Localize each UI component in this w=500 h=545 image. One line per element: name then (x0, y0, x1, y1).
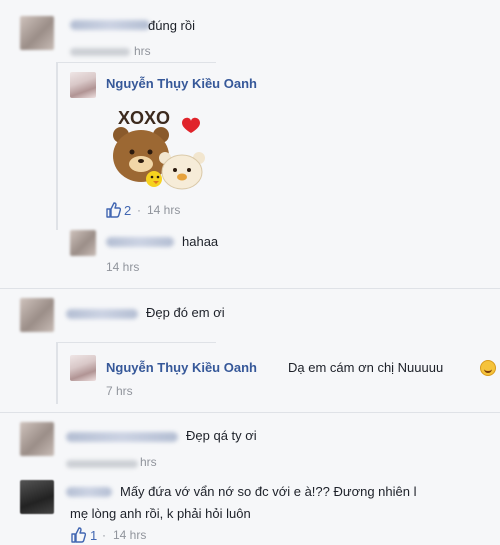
comment-author[interactable]: Nguyễn Thụy Kiều Oanh (106, 360, 257, 375)
thumbs-up-icon[interactable] (70, 527, 86, 543)
comment-time[interactable]: hrs (134, 44, 151, 58)
comment-text: đúng rồi (148, 18, 195, 33)
comment-time[interactable]: 14 hrs (106, 260, 139, 274)
blurred-author-name[interactable] (66, 432, 178, 442)
comment-text-line1: Mấy đứa vớ vẩn nớ so đc với e à!?? Đương… (120, 484, 417, 499)
heart-icon (182, 117, 200, 133)
blurred-meta (66, 460, 138, 468)
like-count[interactable]: 2 (124, 203, 131, 218)
smile-emoji-icon (480, 360, 496, 376)
comment-time[interactable]: 14 hrs (113, 528, 146, 542)
sticker-image: XOXO (113, 108, 205, 190)
comment-text: Dạ em cám ơn chị Nuuuuu (288, 360, 444, 375)
blurred-author-name[interactable] (66, 309, 138, 319)
like-count[interactable]: 1 (90, 528, 97, 543)
reply-thread-line (56, 62, 58, 230)
section-divider (0, 412, 500, 413)
meta-separator: · (102, 528, 106, 542)
section-divider (0, 288, 500, 289)
comment-author[interactable]: Nguyễn Thụy Kiều Oanh (106, 76, 257, 91)
comment-time[interactable]: hrs (140, 455, 157, 469)
comment-text: Đẹp đó em ơi (146, 305, 225, 320)
comment-time[interactable]: 7 hrs (106, 384, 133, 398)
comment-text-line2: mẹ lòng anh rồi, k phải hỏi luôn (70, 506, 251, 521)
comment-text: hahaa (182, 234, 219, 249)
avatar[interactable] (70, 72, 96, 98)
avatar[interactable] (70, 230, 96, 256)
thumbs-up-icon[interactable] (105, 202, 121, 218)
sticker-text: XOXO (118, 108, 170, 128)
avatar[interactable] (20, 16, 54, 50)
reply-thread-line (56, 342, 58, 404)
avatar[interactable] (20, 422, 54, 456)
comment-text: Đẹp qá ty ơi (186, 428, 257, 443)
avatar[interactable] (20, 480, 54, 514)
meta-separator: · (137, 203, 141, 217)
reply-divider (56, 342, 216, 343)
blurred-author-name[interactable] (70, 20, 150, 30)
blurred-author-name[interactable] (66, 487, 112, 497)
avatar[interactable] (20, 298, 54, 332)
avatar[interactable] (70, 355, 96, 381)
reply-divider (56, 62, 216, 63)
blurred-author-name[interactable] (106, 237, 174, 247)
blurred-meta (70, 48, 130, 56)
comment-time[interactable]: 14 hrs (147, 203, 180, 217)
